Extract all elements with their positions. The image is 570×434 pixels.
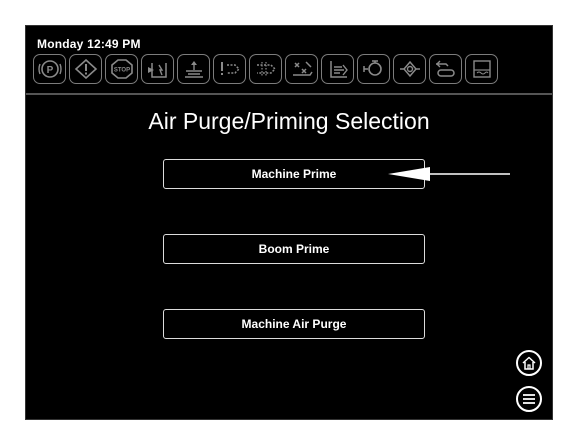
display-screen: Monday 12:49 PM P STOP Air Purge/Priming… [25,25,553,420]
valve-icon [357,54,390,84]
callout-arrow [388,167,510,181]
hamburger-menu-icon [523,394,535,404]
boom-level-icon [321,54,354,84]
stop-icon: STOP [105,54,138,84]
pump-icon [249,54,282,84]
boom-prime-button[interactable]: Boom Prime [163,234,425,264]
pressure-icon [393,54,426,84]
fault-flow-icon [213,54,246,84]
date-time: Monday 12:49 PM [37,37,141,51]
rinse-tank-icon [465,54,498,84]
machine-prime-button[interactable]: Machine Prime [163,159,425,189]
svg-text:P: P [46,65,53,76]
home-button[interactable] [516,350,542,376]
menu-button[interactable] [516,386,542,412]
boom-height-icon [177,54,210,84]
parking-brake-icon: P [33,54,66,84]
machine-air-purge-button[interactable]: Machine Air Purge [163,309,425,339]
warning-icon [69,54,102,84]
home-icon [522,356,536,370]
tank-icon [141,54,174,84]
status-icon-bar: P STOP [33,54,498,84]
hitch-icon [429,54,462,84]
page-title: Air Purge/Priming Selection [148,108,430,134]
svg-text:STOP: STOP [113,68,129,74]
header-divider [26,93,552,95]
spray-off-icon [285,54,318,84]
